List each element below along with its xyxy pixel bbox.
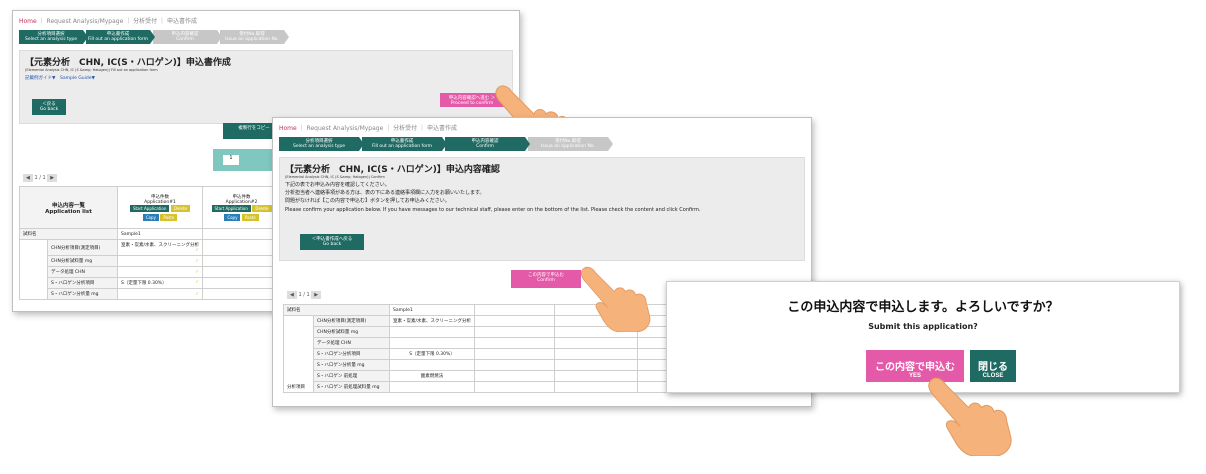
step-confirm: 申込内容確認 Confirm (153, 30, 222, 44)
delete-button[interactable]: Delete (170, 205, 190, 212)
instructions: 下記の表でお申込み内容を確認してください。 分析担当者へ連絡事項がある方は、表の… (285, 182, 701, 214)
start-application-button[interactable]: Start Application (211, 205, 251, 212)
pointer-hand-icon (928, 377, 1012, 456)
step-issue: 受付No.取得 Issue an application No. (528, 137, 613, 151)
page-title: 【元素分析 CHN, IC(S・ハロゲン)】申込内容確認 (285, 165, 500, 175)
tutorial-stage: Home ｜ Request Analysis/Mypage ｜ 分析受付 ｜ … (0, 0, 1206, 474)
breadcrumb-current: 申込書作成 (166, 18, 197, 25)
progress-steps: 分析項目選択 Select an analysis type 申込書作成 Fill … (13, 28, 519, 46)
breadcrumb: Home ｜ Request Analysis/Mypage ｜ 分析受付 ｜ … (279, 125, 457, 132)
breadcrumb-current: 申込書作成 (426, 125, 457, 132)
app-column-1: 申込件数 Application#1 Start Application Dele… (116, 186, 204, 229)
dialog-subtitle: Submit this application? (868, 322, 978, 331)
dialog-title: この申込内容で申込します。よろしいですか？ (787, 300, 1059, 315)
breadcrumb-mypage[interactable]: Request Analysis/Mypage (307, 125, 384, 132)
progress-steps: 分析項目選択 Select an analysis type 申込書作成 Fill … (273, 135, 811, 153)
step-select: 分析項目選択 Select an analysis type (279, 137, 364, 151)
copy-button[interactable]: Copy (142, 214, 159, 221)
page-indicator[interactable]: ◀ 1 / 1 ▶ (287, 291, 322, 299)
pointer-hand-icon (580, 266, 651, 332)
copy-button[interactable]: Copy (224, 214, 241, 221)
delete-button[interactable]: Delete (252, 205, 272, 212)
step-issue: 受付No.取得 Issue an application No. (220, 30, 289, 44)
header-box: 【元素分析 CHN, IC(S・ハロゲン)】申込内容確認 (Elemental … (279, 157, 805, 261)
step-fill: 申込書作成 Fill out an application form (86, 30, 155, 44)
step-fill: 申込書作成 Fill out an application form (362, 137, 447, 151)
list-header: 申込内容一覧 Application list (19, 186, 118, 229)
back-to-form-button[interactable]: ＜申込書作成へ戻る Go back (300, 234, 364, 250)
app-column-2: 申込件数 Application#2 Start Application Dele… (202, 186, 282, 229)
paste-button[interactable]: Paste (241, 214, 259, 221)
back-button[interactable]: ＜戻る Go back (32, 99, 66, 115)
close-label-jp: 閉じる (978, 362, 1008, 373)
add-column-button[interactable] (213, 149, 273, 171)
header-box: 【元素分析 CHN, IC(S・ハロゲン)】申込書作成 (Elemental A… (19, 50, 513, 124)
breadcrumb-reception[interactable]: 分析受付 (133, 18, 157, 25)
yes-label-jp: この内容で申込む (875, 362, 955, 373)
add-count-input[interactable]: 1 (223, 155, 239, 165)
sample-guide-link[interactable]: 記載例ガイド▼ Sample Guide▼ (20, 72, 512, 84)
step-select: 分析項目選択 Select an analysis type (19, 30, 88, 44)
confirm-dialog: この申込内容で申込します。よろしいですか？ Submit this applic… (666, 281, 1180, 393)
breadcrumb-mypage[interactable]: Request Analysis/Mypage (47, 18, 124, 25)
page-indicator[interactable]: ◀ 1 / 1 ▶ (23, 174, 58, 182)
breadcrumb-reception[interactable]: 分析受付 (393, 125, 417, 132)
start-application-button[interactable]: Start Application (130, 205, 170, 212)
step-confirm: 申込内容確認 Confirm (445, 137, 530, 151)
breadcrumb: Home ｜ Request Analysis/Mypage ｜ 分析受付 ｜ … (19, 18, 197, 25)
page-title: 【元素分析 CHN, IC(S・ハロゲン)】申込書作成 (25, 58, 231, 68)
submit-button[interactable]: この内容で申込む Confirm (511, 270, 581, 288)
paste-button[interactable]: Paste (160, 214, 178, 221)
breadcrumb-home[interactable]: Home (279, 125, 297, 132)
breadcrumb-home[interactable]: Home (19, 18, 37, 25)
